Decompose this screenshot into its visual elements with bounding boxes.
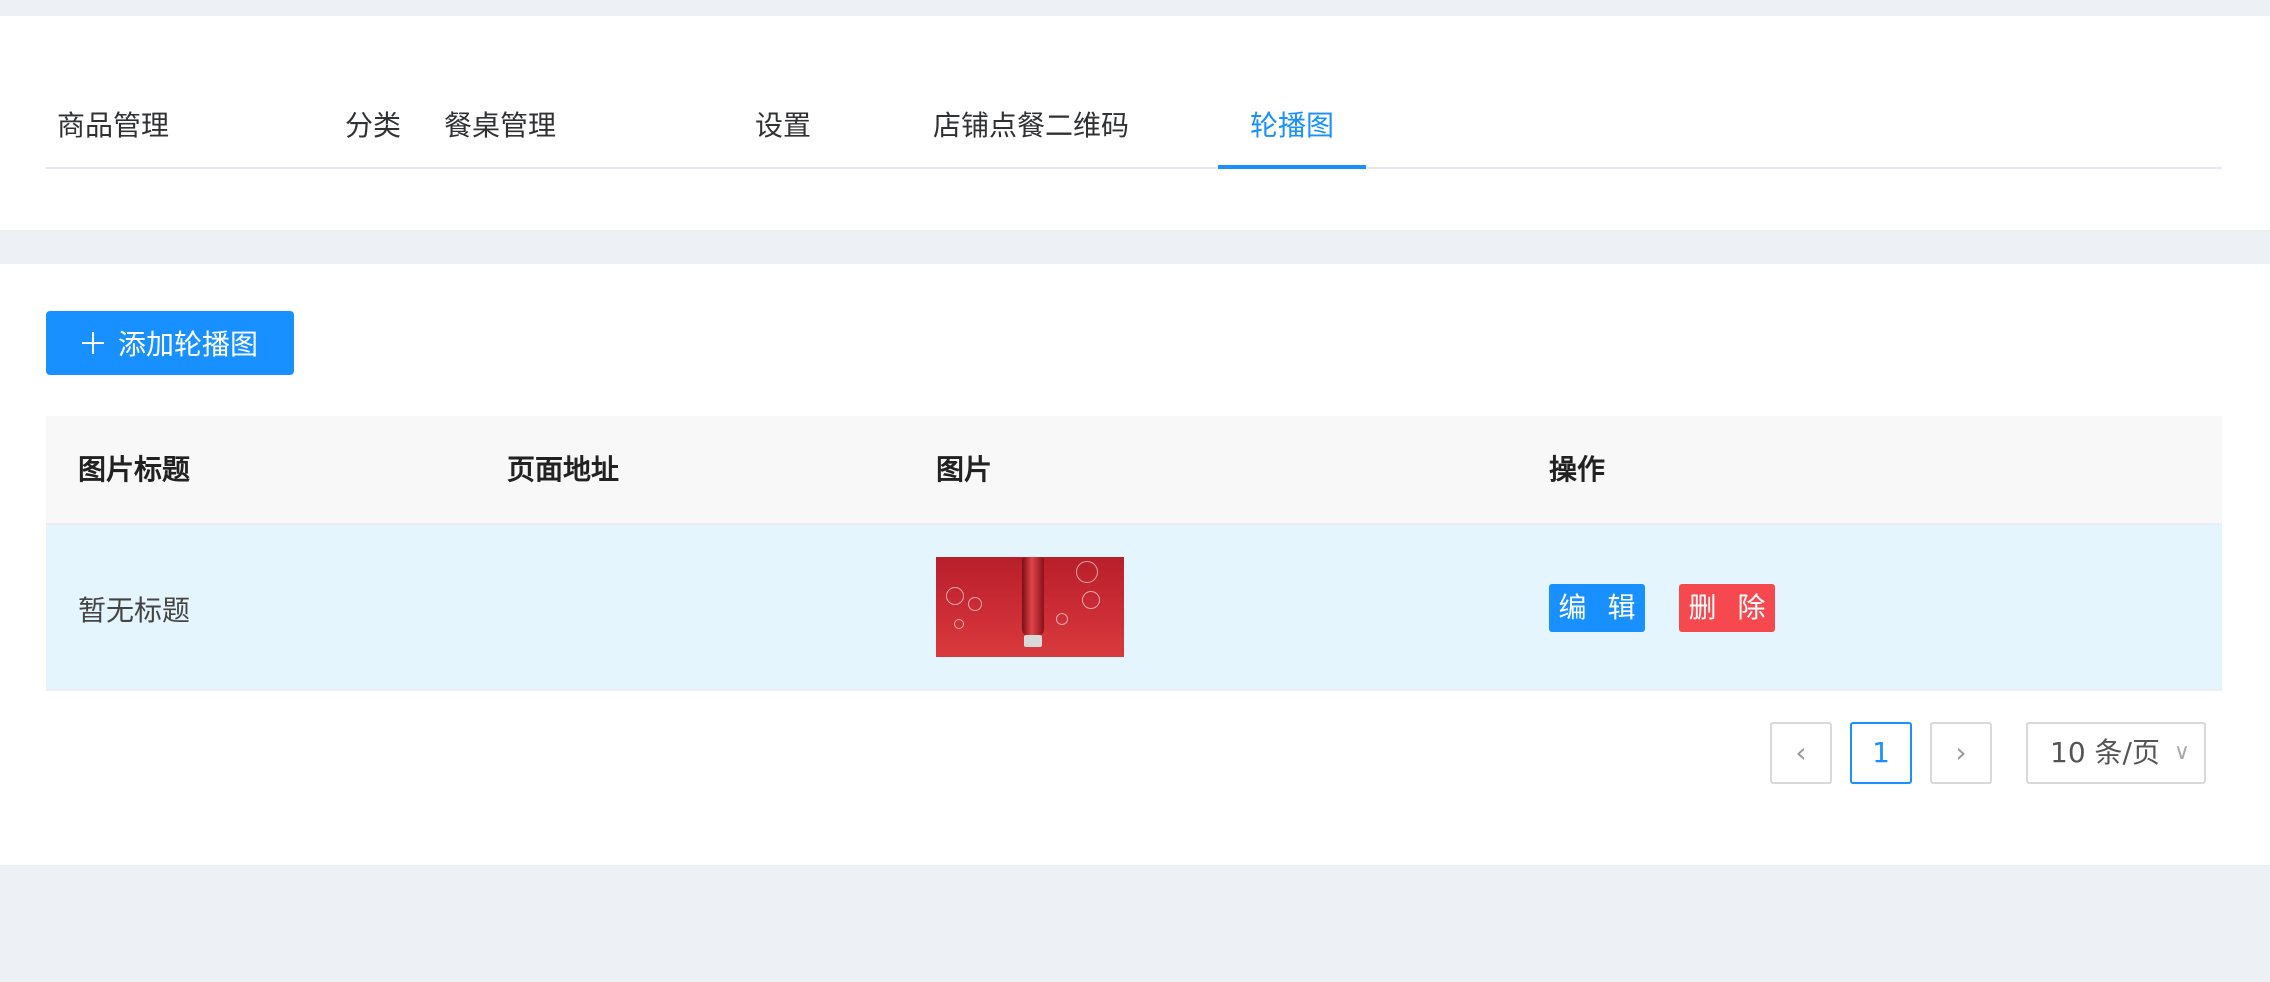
tab-bar: 商品管理 分类 餐桌管理 设置 店铺点餐二维码 轮播图 [46, 86, 2222, 169]
table-header: 图片标题 页面地址 图片 操作 [46, 416, 2222, 525]
column-header-url: 页面地址 [507, 453, 620, 486]
column-header-actions: 操作 [1549, 453, 1606, 486]
carousel-table: 图片标题 页面地址 图片 操作 暂无标题 编 辑 删 除 [46, 416, 2222, 691]
tab-table-management[interactable]: 餐桌管理 [433, 86, 567, 167]
tab-store-qrcode[interactable]: 店铺点餐二维码 [906, 86, 1156, 167]
tab-carousel[interactable]: 轮播图 [1218, 86, 1366, 167]
banner-thumbnail [936, 557, 1124, 657]
table-row: 暂无标题 编 辑 删 除 [46, 525, 2222, 691]
tabs-card: 商品管理 分类 餐桌管理 设置 店铺点餐二维码 轮播图 [0, 16, 2270, 230]
chevron-left-icon: ‹ [1795, 736, 1807, 769]
page-size-label: 10 条/页 [2050, 736, 2160, 769]
plus-icon [81, 332, 104, 354]
chevron-down-icon: ∨ [2173, 740, 2190, 765]
next-page-button[interactable]: › [1930, 722, 1992, 784]
add-carousel-button[interactable]: 添加轮播图 [46, 311, 294, 375]
page-size-select[interactable]: 10 条/页 ∨ [2026, 722, 2206, 784]
tab-product-management[interactable]: 商品管理 [46, 86, 180, 167]
page-1-button[interactable]: 1 [1850, 722, 1912, 784]
column-header-image: 图片 [936, 453, 993, 486]
row-title: 暂无标题 [78, 594, 191, 627]
chevron-right-icon: › [1955, 736, 1967, 769]
prev-page-button[interactable]: ‹ [1770, 722, 1832, 784]
edit-button[interactable]: 编 辑 [1549, 584, 1645, 632]
carousel-panel: 添加轮播图 图片标题 页面地址 图片 操作 暂无标题 编 辑 删 除 ‹ 1 ›… [0, 264, 2270, 865]
add-carousel-label: 添加轮播图 [117, 328, 258, 361]
tab-settings[interactable]: 设置 [716, 86, 850, 167]
active-tab-indicator [1218, 165, 1366, 169]
delete-button[interactable]: 删 除 [1679, 584, 1775, 632]
tab-category[interactable]: 分类 [306, 86, 440, 167]
column-header-title: 图片标题 [78, 453, 191, 486]
